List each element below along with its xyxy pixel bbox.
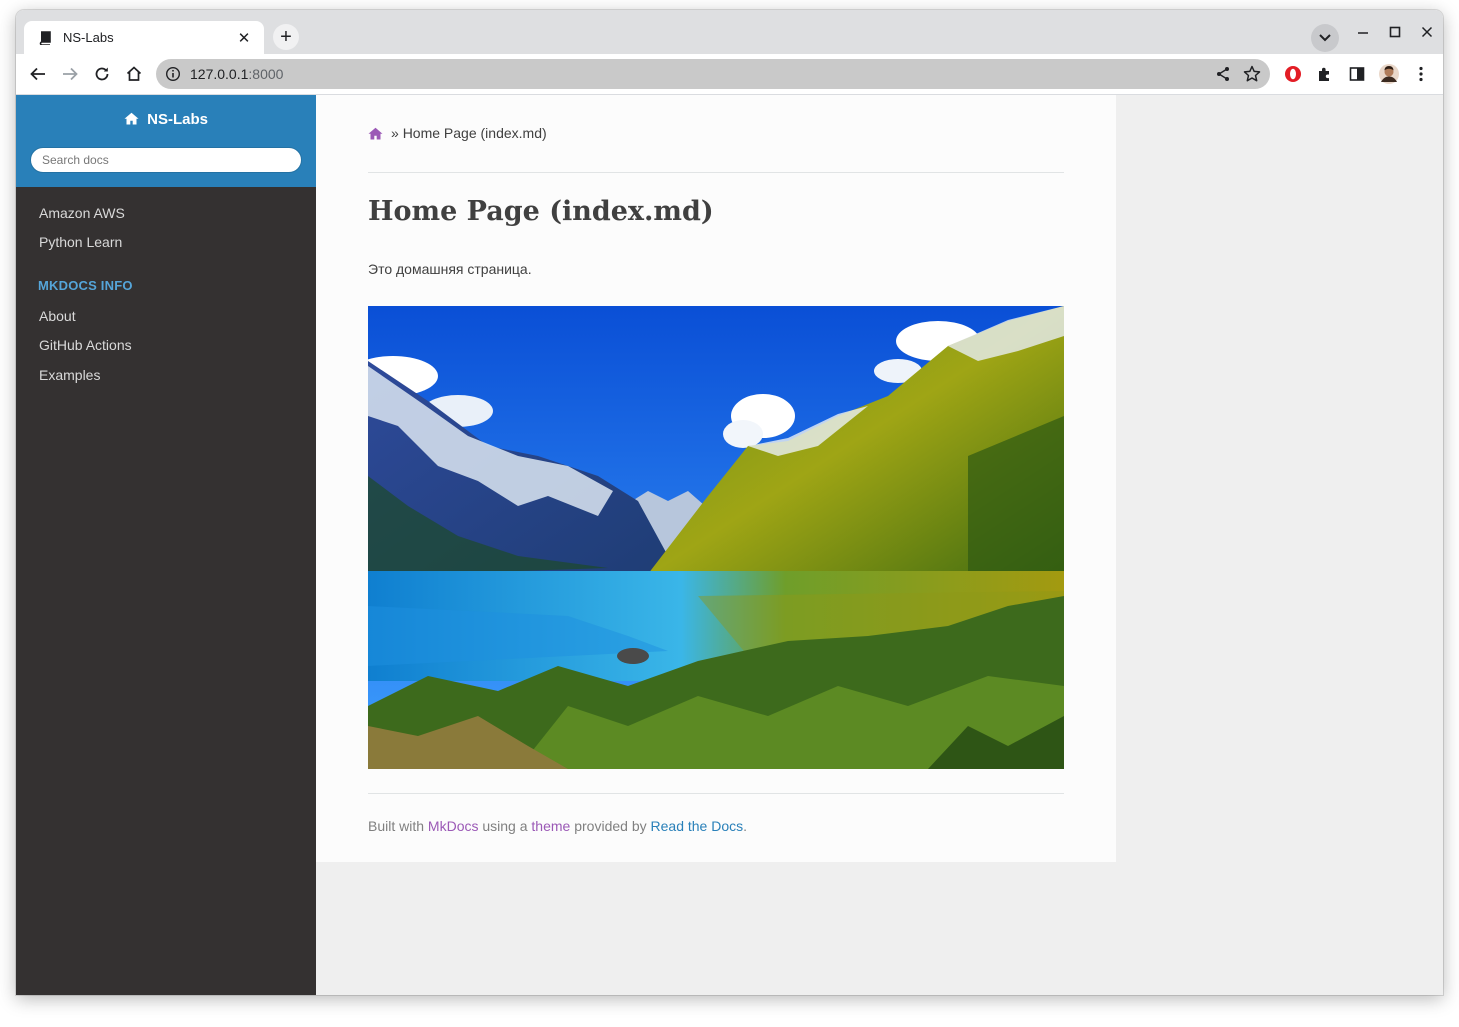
breadcrumb: » Home Page (index.md)	[368, 125, 547, 141]
forward-button[interactable]	[58, 62, 82, 86]
minimize-button[interactable]	[1353, 22, 1373, 42]
sidebar-item-about[interactable]: About	[39, 308, 76, 324]
breadcrumb-current: Home Page (index.md)	[402, 125, 547, 141]
maximize-button[interactable]	[1385, 22, 1405, 42]
breadcrumb-home-icon[interactable]	[368, 127, 383, 140]
page-viewport: NS-Labs Search docs Amazon AWS Python Le…	[16, 95, 1443, 995]
opera-extension-icon[interactable]	[1282, 63, 1304, 85]
page-title: Home Page (index.md)	[368, 196, 714, 227]
page-paragraph: Это домашняя страница.	[368, 261, 532, 277]
browser-tab[interactable]: NS-Labs ✕	[24, 21, 264, 54]
sidebar-header: NS-Labs Search docs	[16, 95, 316, 187]
back-button[interactable]	[26, 62, 50, 86]
main-content: » Home Page (index.md) Home Page (index.…	[316, 95, 1116, 862]
home-icon	[126, 66, 142, 81]
close-tab-icon[interactable]: ✕	[232, 26, 256, 50]
share-icon[interactable]	[1214, 65, 1232, 88]
mkdocs-link[interactable]: MkDocs	[428, 818, 479, 834]
book-icon	[37, 30, 53, 46]
close-window-button[interactable]	[1417, 22, 1437, 42]
breadcrumb-separator: »	[391, 125, 399, 141]
landscape-image	[368, 306, 1064, 769]
chevron-down-icon	[1319, 34, 1331, 42]
tab-search-button[interactable]	[1311, 24, 1339, 52]
sidebar-item-python-learn[interactable]: Python Learn	[39, 234, 122, 250]
back-arrow-icon	[30, 67, 45, 81]
home-button[interactable]	[122, 62, 146, 86]
side-panel-icon[interactable]	[1346, 63, 1368, 85]
divider	[368, 793, 1064, 794]
browser-toolbar: 127.0.0.1:8000	[16, 54, 1443, 95]
divider	[368, 172, 1064, 173]
url-text: 127.0.0.1:8000	[190, 66, 284, 82]
theme-link[interactable]: theme	[531, 818, 570, 834]
home-icon	[124, 111, 143, 128]
tab-title: NS-Labs	[63, 30, 114, 45]
reload-button[interactable]	[90, 62, 114, 86]
profile-avatar[interactable]	[1378, 63, 1400, 85]
site-brand-link[interactable]: NS-Labs	[16, 111, 316, 128]
footer: Built with MkDocs using a theme provided…	[368, 818, 748, 834]
extensions-puzzle-icon[interactable]	[1314, 63, 1336, 85]
site-info-icon[interactable]	[165, 66, 181, 82]
sidebar-item-github-actions[interactable]: GitHub Actions	[39, 337, 132, 353]
sidebar: NS-Labs Search docs Amazon AWS Python Le…	[16, 95, 316, 995]
tab-strip: NS-Labs ✕ +	[16, 10, 1443, 54]
forward-arrow-icon	[63, 67, 78, 81]
sidebar-caption: MKDOCS INFO	[38, 278, 133, 293]
bookmark-star-icon[interactable]	[1242, 64, 1262, 89]
browser-window: NS-Labs ✕ + 127.0.0.1:8000 NS-Labs Searc…	[16, 10, 1443, 995]
sidebar-item-amazon-aws[interactable]: Amazon AWS	[39, 205, 125, 221]
sidebar-item-examples[interactable]: Examples	[39, 367, 100, 383]
browser-menu-icon[interactable]	[1410, 63, 1432, 85]
reload-icon	[95, 67, 109, 81]
new-tab-button[interactable]: +	[273, 24, 299, 50]
read-the-docs-link[interactable]: Read the Docs	[651, 818, 744, 834]
address-bar[interactable]: 127.0.0.1:8000	[156, 59, 1270, 89]
search-docs-input[interactable]: Search docs	[30, 147, 302, 173]
